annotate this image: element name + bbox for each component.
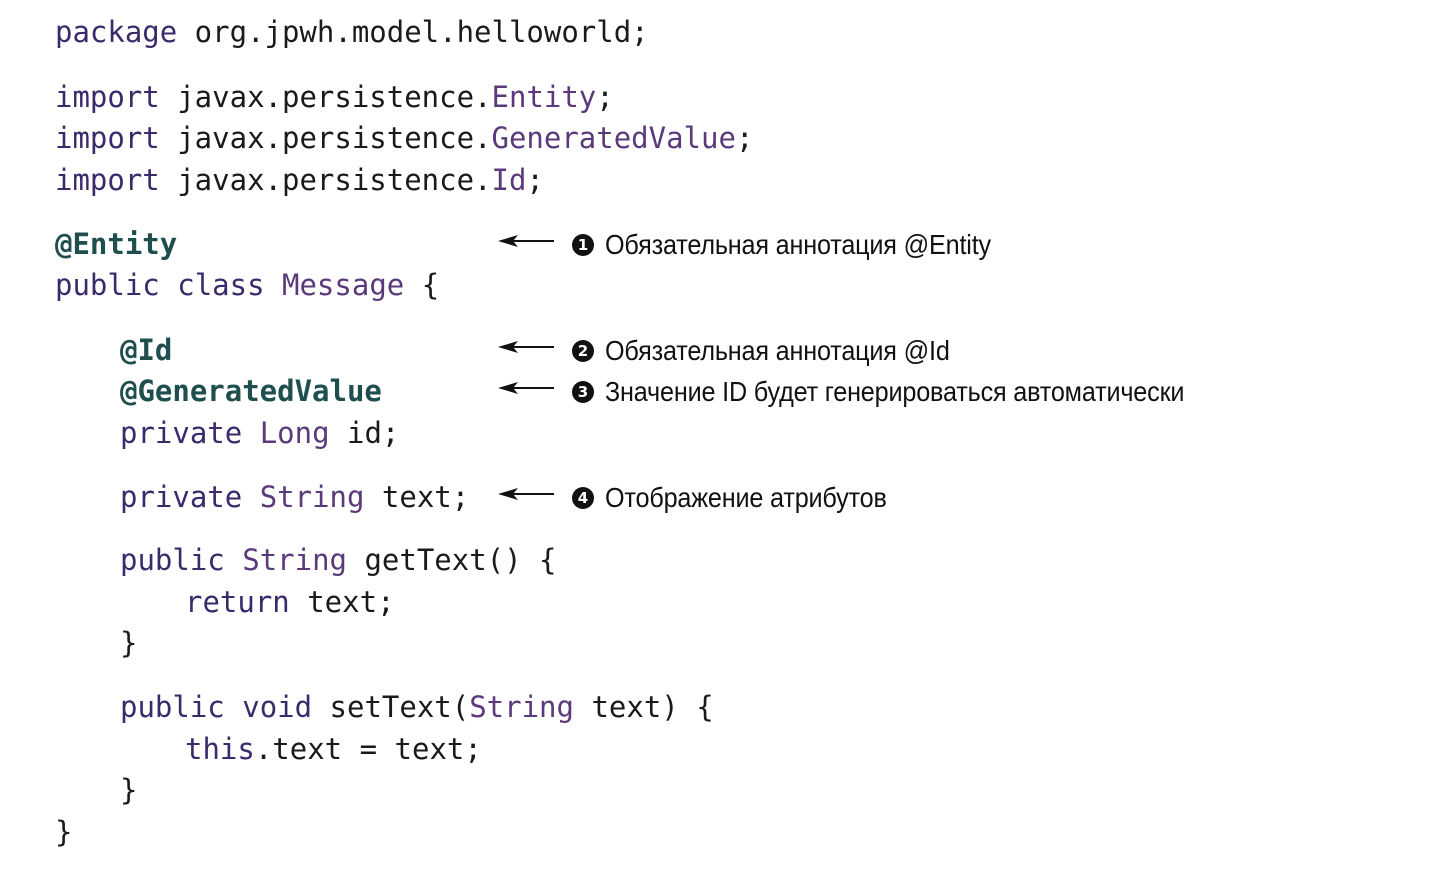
open-brace: {	[421, 268, 440, 302]
generated-value-annotation: @GeneratedValue	[120, 374, 382, 408]
callout-text: Отображение атрибутов	[605, 482, 887, 513]
arrow-left-icon	[498, 382, 554, 394]
arrow-left-icon	[498, 235, 554, 247]
return-expression: text;	[289, 585, 395, 619]
package-keyword: package	[55, 15, 178, 49]
get-text-signature: getText() {	[347, 543, 557, 577]
id-annotation: @Id	[120, 333, 173, 367]
close-brace: }	[120, 773, 138, 807]
code-line-close-class: }	[55, 815, 72, 849]
import-path: javax.persistence.	[159, 163, 492, 197]
code-line-import-entity: import javax.persistence.Entity;	[55, 80, 614, 114]
code-line-assignment: this.text = text;	[185, 732, 482, 766]
arrow-left-icon	[498, 488, 554, 500]
this-keyword: this	[185, 732, 255, 766]
close-brace: }	[55, 815, 73, 849]
entity-annotation: @Entity	[55, 227, 178, 261]
public-keyword: public	[120, 690, 225, 724]
package-name: org.jpwh.model.helloworld;	[177, 15, 649, 49]
private-keyword: private	[120, 416, 243, 450]
callout-text: Значение ID будет генерироваться автомат…	[605, 376, 1185, 407]
return-keyword: return	[185, 585, 290, 619]
callout-number-badge: 4	[572, 487, 594, 509]
semicolon: ;	[526, 163, 544, 197]
code-line-return: return text;	[185, 585, 395, 619]
import-keyword: import	[55, 80, 160, 114]
code-line-close-get-text: }	[120, 626, 137, 660]
import-type: Entity	[491, 80, 597, 114]
code-line-get-text-signature: public String getText() {	[120, 543, 557, 577]
set-text-param: text) {	[573, 690, 714, 724]
callout-number-badge: 2	[572, 340, 594, 362]
code-line-import-id: import javax.persistence.Id;	[55, 163, 544, 197]
callout-generated-value: 3 Значение ID будет генерироваться автом…	[572, 375, 1249, 409]
code-line-package: package org.jpwh.model.helloworld;	[55, 15, 649, 49]
set-text-open: setText(	[312, 690, 470, 724]
code-line-entity-annotation: @Entity	[55, 227, 177, 261]
class-keyword: class	[177, 268, 265, 302]
code-line-text-field: private String text;	[120, 480, 469, 514]
public-keyword: public	[120, 543, 225, 577]
private-keyword: private	[120, 480, 243, 514]
import-type: GeneratedValue	[491, 121, 736, 155]
close-brace: }	[120, 626, 138, 660]
import-keyword: import	[55, 163, 160, 197]
string-type: String	[469, 690, 574, 724]
string-type: String	[242, 543, 347, 577]
import-path: javax.persistence.	[159, 80, 492, 114]
id-field-name: id;	[329, 416, 400, 450]
import-type: Id	[491, 163, 527, 197]
code-line-set-text-signature: public void setText(String text) {	[120, 690, 714, 724]
callout-text: Обязательная аннотация @Entity	[605, 229, 991, 260]
callout-number-badge: 1	[572, 234, 594, 256]
code-line-close-set-text: }	[120, 773, 137, 807]
arrow-left-icon	[498, 341, 554, 353]
public-keyword: public	[55, 268, 160, 302]
code-line-generated-value-annotation: @GeneratedValue	[120, 374, 382, 408]
semicolon: ;	[735, 121, 754, 155]
long-type: Long	[259, 416, 330, 450]
code-line-class-declaration: public class Message {	[55, 268, 439, 302]
callout-attribute-mapping: 4 Отображение атрибутов	[572, 481, 918, 515]
class-name: Message	[282, 268, 405, 302]
string-type: String	[259, 480, 365, 514]
code-line-import-generated-value: import javax.persistence.GeneratedValue;	[55, 121, 753, 155]
callout-number-badge: 3	[572, 381, 594, 403]
code-line-id-annotation: @Id	[120, 333, 172, 367]
import-path: javax.persistence.	[159, 121, 492, 155]
callout-entity: 1 Обязательная аннотация @Entity	[572, 228, 1034, 262]
semicolon: ;	[596, 80, 614, 114]
callout-text: Обязательная аннотация @Id	[605, 335, 950, 366]
callout-id: 2 Обязательная аннотация @Id	[572, 334, 988, 368]
text-field-name: text;	[364, 480, 470, 514]
import-keyword: import	[55, 121, 160, 155]
void-keyword: void	[242, 690, 313, 724]
assignment-expression: .text = text;	[254, 732, 482, 766]
code-line-id-field: private Long id;	[120, 416, 399, 450]
